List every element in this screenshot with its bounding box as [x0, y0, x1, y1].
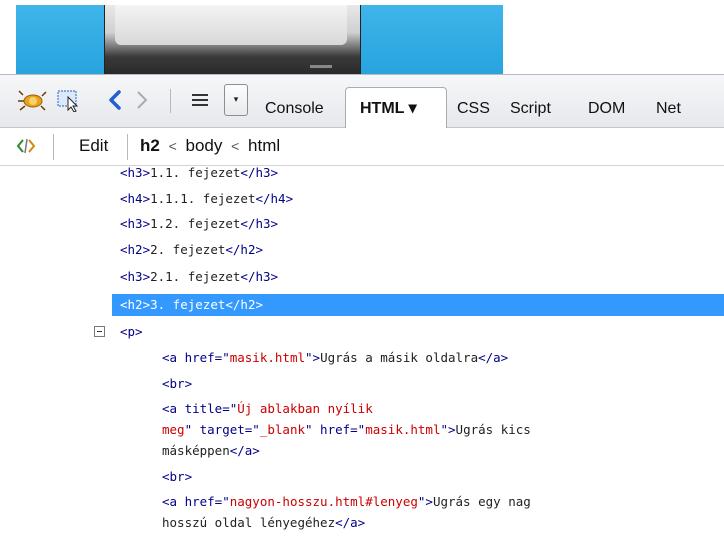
html-tree: <h3>1.1. fejezet</h3> <h4>1.1.1. fejezet… [0, 166, 724, 554]
breadcrumb-separator [53, 134, 54, 160]
menu-icon[interactable] [186, 88, 214, 112]
breadcrumb-body[interactable]: body [186, 136, 223, 155]
device-illustration [104, 5, 361, 74]
tree-node-a-cont: hosszú oldal lényegéhez</a> [162, 515, 366, 530]
tree-node-a-cont: másképpen</a> [162, 443, 260, 458]
tree-node-h4[interactable]: <h4>1.1.1. fejezet</h4> [0, 188, 724, 210]
page-content [0, 0, 724, 74]
tree-node-h2[interactable]: <h2>2. fejezet</h2> [0, 239, 724, 261]
inspect-icon[interactable] [55, 88, 83, 112]
tab-script[interactable]: Script [510, 99, 551, 119]
tree-node-h2-selected[interactable]: <h2>3. fejezet</h2> [112, 294, 724, 316]
breadcrumb-lt: < [168, 138, 177, 154]
tree-node-a-cont: meg" target="_blank" href="masik.html">U… [162, 422, 531, 437]
tree-node-h3[interactable]: <h3>1.1. fejezet</h3> [0, 166, 724, 184]
toolbar-separator [170, 89, 171, 113]
tree-node-h3[interactable]: <h3>2.1. fejezet</h3> [0, 266, 724, 288]
tab-net[interactable]: Net [656, 99, 681, 119]
device-face [115, 5, 347, 45]
tree-node-p[interactable]: <p> [0, 321, 724, 343]
tree-node-a[interactable]: <a href="masik.html">Ugrás a másik oldal… [0, 347, 724, 369]
collapse-toggle-icon[interactable] [94, 326, 105, 337]
tab-html[interactable]: HTML ▾ [360, 99, 417, 119]
tree-node-a[interactable]: <a title="Új ablakban nyílik [0, 398, 724, 420]
breadcrumb: h2 < body < html [140, 136, 280, 156]
dropdown-arrow-icon[interactable]: ▾ [224, 84, 248, 116]
tree-node-a[interactable]: <a href="nagyon-hosszu.html#lenyeg">Ugrá… [0, 491, 724, 513]
tab-console[interactable]: Console [265, 99, 324, 119]
edit-button[interactable]: Edit [79, 136, 108, 156]
device-vent [310, 65, 332, 68]
forward-arrow-icon[interactable] [131, 88, 153, 112]
tab-dom[interactable]: DOM [588, 99, 625, 119]
tab-html-active[interactable]: HTML ▾ [345, 87, 447, 129]
source-toggle-icon[interactable] [16, 137, 36, 155]
tree-node-h3[interactable]: <h3>1.2. fejezet</h3> [0, 213, 724, 235]
tree-node-br[interactable]: <br> [0, 466, 724, 488]
back-arrow-icon[interactable] [104, 88, 126, 112]
breadcrumb-lt: < [231, 138, 240, 154]
breadcrumb-html[interactable]: html [248, 136, 280, 155]
firebug-icon[interactable] [17, 88, 47, 112]
firebug-toolbar: ▾ Console HTML ▾ CSS Script DOM Net [0, 74, 724, 129]
breadcrumb-separator [127, 134, 128, 160]
banner-image [16, 5, 503, 74]
tree-node-br[interactable]: <br> [0, 373, 724, 395]
breadcrumb-bar: Edit h2 < body < html [0, 128, 724, 166]
breadcrumb-current[interactable]: h2 [140, 136, 160, 155]
tab-css[interactable]: CSS [457, 99, 490, 119]
